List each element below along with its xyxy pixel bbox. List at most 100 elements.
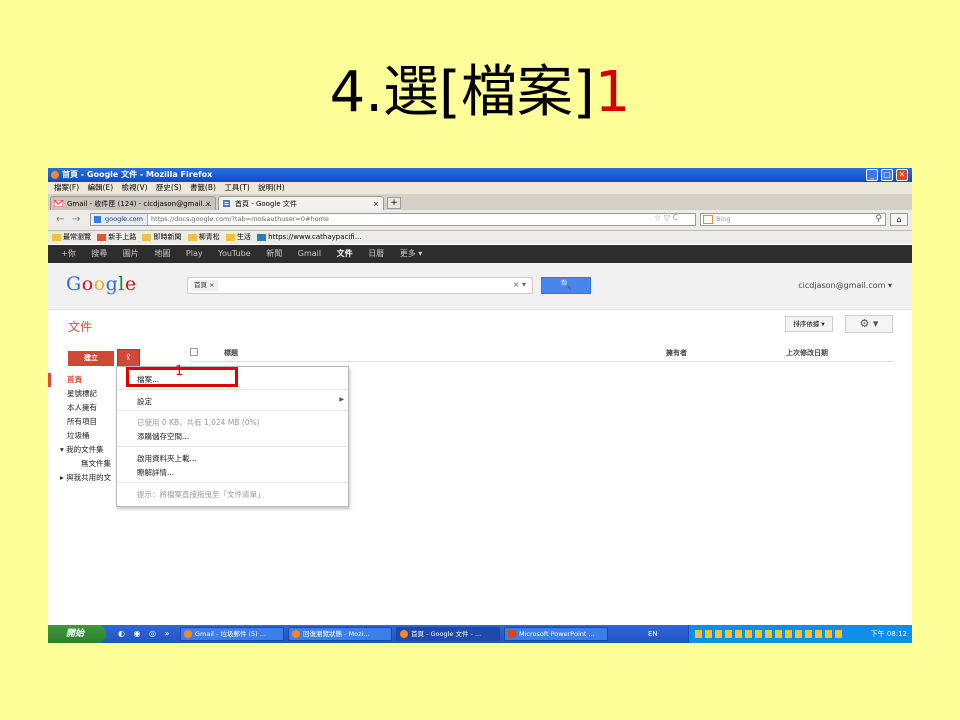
clock: 下午 08:12: [870, 630, 907, 638]
slide-title: 4.選[檔案]1: [0, 58, 960, 128]
menu-item-enable-folder-upload[interactable]: 啟用資料夾上載...: [137, 453, 197, 464]
menu-edit[interactable]: 編輯(E): [88, 183, 114, 192]
nav-home[interactable]: 首頁: [48, 373, 111, 387]
menu-tools[interactable]: 工具(T): [224, 183, 249, 192]
quick-launch-icons[interactable]: ◐ ◉ ◎ »: [118, 629, 172, 638]
bookmark-news[interactable]: 即時新聞: [142, 233, 181, 241]
tray-icons[interactable]: [695, 630, 845, 638]
language-indicator[interactable]: EN: [648, 627, 658, 641]
site-identity[interactable]: google.com: [91, 214, 148, 225]
settings-gear-button[interactable]: ⚙ ▾: [845, 315, 893, 333]
gbar-docs[interactable]: 文件: [337, 249, 353, 258]
windows-taskbar: 開始 ◐ ◉ ◎ » Gmail - 垃圾郵件 (5) ... 回復瀏覽狀態 -…: [48, 625, 912, 643]
gbar-plus[interactable]: +你: [61, 249, 76, 258]
maximize-button[interactable]: □: [881, 169, 893, 181]
nav-shared-with-me[interactable]: ▸ 與我共用的文: [48, 471, 111, 485]
account-menu[interactable]: cicdjason@gmail.com ▾: [798, 281, 892, 290]
chrome-icon: [184, 630, 192, 638]
folder-icon: [225, 233, 235, 241]
search-placeholder: Bing: [716, 215, 731, 223]
tab-bar: Gmail - 收件匣 (124) - cicdjason@gmail.… × …: [48, 194, 912, 210]
menu-item-buy-storage[interactable]: 添購儲存空間...: [137, 431, 189, 442]
start-button[interactable]: 開始: [48, 625, 106, 643]
taskbar-item-restore[interactable]: 回復瀏覽狀態 - Mozi...: [288, 627, 392, 641]
tab-google-docs[interactable]: 首頁 - Google 文件 ×: [218, 196, 384, 210]
taskbar-item-google-docs[interactable]: 首頁 - Google 文件 - ...: [396, 627, 500, 641]
close-window-button[interactable]: ✕: [896, 169, 908, 181]
window-title: 首頁 - Google 文件 - Mozilla Firefox: [62, 170, 213, 179]
menu-bookmarks[interactable]: 書籤(B): [190, 183, 216, 192]
taskbar-item-label: 回復瀏覽狀態 - Mozi...: [303, 630, 370, 638]
column-owner[interactable]: 擁有者: [666, 348, 687, 358]
gbar-more[interactable]: 更多 ▾: [400, 249, 423, 258]
nav-owned-by-me[interactable]: 本人擁有: [48, 401, 111, 415]
menu-view[interactable]: 檢視(V): [122, 183, 148, 192]
search-icon[interactable]: ⚲: [875, 214, 882, 225]
gbar-gmail[interactable]: Gmail: [298, 249, 321, 258]
slide-title-number: 1: [594, 60, 631, 125]
gbar-news[interactable]: 新聞: [266, 249, 282, 258]
tab-close-icon[interactable]: ×: [205, 197, 211, 210]
header-divider: [190, 361, 894, 362]
taskbar-item-gmail[interactable]: Gmail - 垃圾郵件 (5) ...: [180, 627, 284, 641]
nav-my-collections[interactable]: ▾ 我的文件集: [48, 443, 111, 457]
url-bar[interactable]: google.com https://docs.google.com/?tab=m…: [90, 213, 696, 226]
bookmark-most-visited[interactable]: 最常瀏覽: [52, 233, 91, 241]
clear-search-icon[interactable]: × ▾: [513, 280, 526, 289]
gbar-search[interactable]: 搜尋: [91, 249, 107, 258]
gbar-images[interactable]: 圖片: [123, 249, 139, 258]
taskbar-item-powerpoint[interactable]: Microsoft PowerPoint ...: [504, 627, 608, 641]
firefox-icon: [97, 233, 107, 241]
gbar-play[interactable]: Play: [186, 249, 203, 258]
back-button[interactable]: ←: [56, 214, 64, 225]
window-titlebar: 首頁 - Google 文件 - Mozilla Firefox _ □ ✕: [48, 168, 912, 182]
firefox-icon: [292, 630, 300, 638]
menu-history[interactable]: 歷史(S): [156, 183, 182, 192]
tab-close-icon[interactable]: ×: [373, 197, 379, 210]
nav-trash[interactable]: 垃圾桶: [48, 429, 111, 443]
google-logo[interactable]: Google: [66, 273, 137, 295]
menu-help[interactable]: 說明(H): [258, 183, 285, 192]
nav-starred[interactable]: 星號標記: [48, 387, 111, 401]
url-bar-icons[interactable]: ☆ ▽ C: [654, 213, 678, 222]
gbar-calendar[interactable]: 日曆: [368, 249, 384, 258]
menu-file[interactable]: 檔案(F): [54, 183, 79, 192]
taskbar-item-label: Gmail - 垃圾郵件 (5) ...: [195, 630, 266, 638]
create-button[interactable]: 建立: [68, 351, 114, 366]
gbar-youtube[interactable]: YouTube: [218, 249, 251, 258]
select-all-checkbox[interactable]: [190, 348, 198, 356]
bookmark-getting-started[interactable]: 新手上路: [97, 233, 136, 241]
upload-button[interactable]: ⇪: [117, 349, 140, 367]
menu-divider: [117, 389, 348, 390]
upload-dropdown-menu: 檔案... 設定 ▶ 已使用 0 KB，共有 1,024 MB (0%) 添購儲…: [116, 366, 349, 507]
bookmark-label: 柳青松: [198, 233, 220, 241]
bookmark-label: 最常瀏覽: [63, 233, 91, 241]
nav-all-items[interactable]: 所有項目: [48, 415, 111, 429]
left-nav: 首頁 星號標記 本人擁有 所有項目 垃圾桶 ▾ 我的文件集 無文件集 ▸ 與我共…: [48, 373, 111, 485]
bookmark-folder-2[interactable]: 生活: [225, 233, 251, 241]
bookmark-folder-1[interactable]: 柳青松: [187, 233, 220, 241]
nav-no-collections: 無文件集: [81, 459, 111, 468]
new-tab-button[interactable]: +: [387, 197, 401, 209]
menu-item-settings[interactable]: 設定: [137, 396, 152, 407]
url-text: https://docs.google.com/?tab=mo&authuser…: [150, 215, 329, 223]
home-button[interactable]: ⌂: [890, 213, 908, 226]
search-engine-icon[interactable]: [703, 214, 713, 224]
search-filter-chip[interactable]: 首頁 ×: [191, 280, 218, 291]
search-button[interactable]: 🔍: [541, 277, 591, 294]
slide-title-text: 4.選[檔案]: [329, 60, 595, 125]
search-bar[interactable]: Bing ⚲: [700, 213, 886, 226]
column-last-modified[interactable]: 上次修改日期: [786, 348, 828, 358]
sort-button[interactable]: 排序依據 ▾: [785, 316, 833, 332]
folder-icon: [187, 233, 197, 241]
minimize-button[interactable]: _: [866, 169, 878, 181]
tab-gmail[interactable]: Gmail - 收件匣 (124) - cicdjason@gmail.… ×: [50, 196, 216, 210]
column-title[interactable]: 標題: [224, 348, 238, 358]
docs-search-input[interactable]: 首頁 × × ▾: [187, 277, 533, 294]
menu-item-learn-more[interactable]: 瞭解詳情...: [137, 467, 174, 478]
forward-button[interactable]: →: [72, 214, 80, 225]
gbar-maps[interactable]: 地圖: [154, 249, 170, 258]
bookmark-cathay[interactable]: https://www.cathaypacifi…: [257, 233, 362, 241]
bookmark-label: 新手上路: [108, 233, 137, 241]
google-docs-icon: [223, 200, 230, 207]
